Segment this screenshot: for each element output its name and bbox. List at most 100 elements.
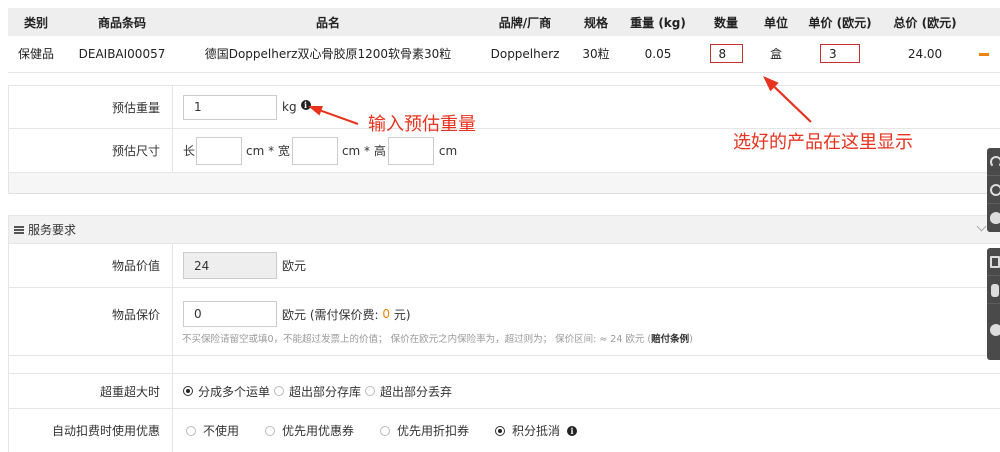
cell-category: 保健品: [8, 36, 64, 73]
cell-unit-price: [798, 36, 882, 73]
insured-unit-suffix: 元): [390, 307, 411, 322]
option-prefer-discount-voucher[interactable]: 优先用折扣券: [380, 422, 469, 439]
option-points-offset[interactable]: 积分抵消: [495, 422, 560, 439]
column-header-actions: [968, 8, 1000, 36]
option-label: 超出部分存库: [289, 384, 362, 399]
service-panel-header[interactable]: 服务要求: [9, 215, 1000, 244]
insurance-note-end: ): [689, 334, 693, 345]
overweight-options: 分成多个运单 超出部分存库 超出部分丢弃: [173, 374, 1000, 408]
cell-spec: 30粒: [574, 36, 618, 73]
option-label: 优先用折扣券: [397, 424, 470, 438]
service-panel: 服务要求 物品价值 欧元 物品保价 欧元 (需付保价费: 0 元) 不买保险请留…: [8, 215, 1000, 452]
column-header-total: 总价 (欧元): [882, 8, 968, 36]
height-label: cm * 高: [341, 144, 386, 158]
option-store-excess[interactable]: 超出部分存库: [274, 383, 361, 400]
option-split-waybills[interactable]: 分成多个运单: [183, 383, 270, 400]
item-value-unit: 欧元: [282, 259, 307, 273]
radio-button[interactable]: [186, 425, 196, 436]
radio-button[interactable]: [183, 386, 193, 396]
radio-button[interactable]: [274, 386, 285, 396]
radio-button[interactable]: [265, 425, 276, 436]
option-label: 不使用: [203, 424, 240, 438]
size-unit: cm: [438, 143, 458, 158]
annotation-weight-hint: 输入预估重量: [368, 114, 476, 135]
cell-barcode: DEAIBAI00057: [64, 36, 180, 73]
side-toolbar-bottom: [987, 248, 1000, 360]
radio-button[interactable]: [380, 425, 391, 436]
wechat-icon[interactable]: [987, 304, 1000, 360]
qq-glyph: [990, 212, 1000, 224]
overweight-label: 超重超大时: [9, 374, 173, 408]
column-header-weight: 重量 (kg): [618, 8, 698, 36]
option-label: 分成多个运单: [198, 384, 271, 399]
estimate-weight-row: 预估重量 kg: [9, 86, 1000, 129]
option-discard-excess[interactable]: 超出部分丢弃: [365, 383, 452, 400]
column-header-barcode: 商品条码: [64, 8, 180, 36]
side-toolbar-top: [987, 148, 1000, 232]
phone-icon[interactable]: [987, 276, 1000, 304]
spacer-field: [173, 356, 1000, 373]
insurance-note-text: 不买保险请留空或填0，不能超过发票上的价值； 保价在欧元之内保险率为，超过则为；…: [182, 334, 652, 345]
document-glyph: [990, 256, 1000, 268]
length-input[interactable]: [196, 136, 243, 165]
remove-item-button[interactable]: [978, 48, 990, 60]
minus-icon: [979, 53, 989, 57]
product-table: 类别 商品条码 品名 品牌/厂商 规格 重量 (kg) 数量 单位 单价 (欧元…: [8, 8, 1000, 73]
menu-icon: [14, 225, 24, 234]
cell-unit: 盒: [754, 36, 798, 73]
annotation-product-hint: 选好的产品在这里显示: [733, 132, 913, 153]
item-value-row: 物品价值 欧元: [9, 244, 1000, 288]
length-label: 长: [183, 144, 196, 158]
info-icon[interactable]: [567, 425, 578, 436]
headset-glyph: [990, 156, 1000, 168]
overweight-row: 超重超大时 分成多个运单 超出部分存库 超出部分丢弃: [9, 374, 1000, 409]
cell-product-name: 德国Doppelherz双心骨胶原1200软骨素30粒: [180, 36, 476, 73]
unit-price-input[interactable]: [820, 44, 860, 64]
insurance-fee: 0: [382, 307, 390, 321]
estimate-weight-field: kg: [173, 86, 1000, 128]
height-input[interactable]: [387, 136, 434, 165]
phone-glyph: [991, 284, 999, 297]
column-header-brand: 品牌/厂商: [476, 8, 574, 36]
estimate-weight-input[interactable]: [183, 94, 277, 120]
item-value-label: 物品价值: [9, 244, 173, 287]
table-row: 保健品 DEAIBAI00057 德国Doppelherz双心骨胶原1200软骨…: [8, 36, 1000, 73]
info-icon[interactable]: [300, 100, 311, 110]
width-input[interactable]: [291, 136, 338, 165]
wechat-glyph: [990, 324, 1000, 336]
spacer-label: [9, 356, 173, 373]
service-panel-title: 服务要求: [28, 223, 77, 237]
insured-value-line: 欧元 (需付保价费: 0 元): [183, 301, 411, 327]
product-table-header: 类别 商品条码 品名 品牌/厂商 规格 重量 (kg) 数量 单位 单价 (欧元…: [8, 8, 1000, 36]
cell-quantity: [698, 36, 754, 73]
headset-icon[interactable]: [987, 148, 1000, 176]
item-value-field: 欧元: [173, 244, 1000, 287]
column-header-spec: 规格: [574, 8, 618, 36]
chevron-down-icon[interactable]: [976, 221, 987, 232]
estimate-weight-label: 预估重量: [9, 86, 173, 128]
option-prefer-coupon[interactable]: 优先用优惠券: [265, 422, 354, 439]
weight-unit: kg: [282, 100, 297, 114]
qq-icon[interactable]: [987, 204, 1000, 232]
compensation-terms-link[interactable]: 赔付条例: [651, 334, 689, 345]
clock-glyph: [990, 184, 1000, 196]
quantity-input[interactable]: [709, 44, 743, 64]
option-label: 积分抵消: [512, 424, 561, 438]
radio-button[interactable]: [495, 425, 506, 436]
insured-value-field: 欧元 (需付保价费: 0 元) 不买保险请留空或填0，不能超过发票上的价值； 保…: [173, 288, 1000, 355]
insured-value-label: 物品保价: [9, 288, 173, 355]
insured-unit-prefix: 欧元 (需付保价费:: [282, 307, 383, 322]
option-no-discount[interactable]: 不使用: [186, 422, 239, 439]
document-icon[interactable]: [987, 248, 1000, 276]
cell-brand: Doppelherz: [476, 36, 574, 73]
clock-icon[interactable]: [987, 176, 1000, 204]
column-header-unit-price: 单价 (欧元): [798, 8, 882, 36]
cell-total: 24.00: [882, 36, 968, 73]
option-label: 超出部分丢弃: [380, 384, 453, 399]
spacer-row: [9, 356, 1000, 374]
insured-value-row: 物品保价 欧元 (需付保价费: 0 元) 不买保险请留空或填0，不能超过发票上的…: [9, 288, 1000, 356]
column-header-category: 类别: [8, 8, 64, 36]
radio-button[interactable]: [365, 386, 376, 396]
auto-discount-options: 不使用 优先用优惠券 优先用折扣券 积分抵消: [173, 409, 1000, 452]
insured-value-input[interactable]: [183, 301, 277, 327]
